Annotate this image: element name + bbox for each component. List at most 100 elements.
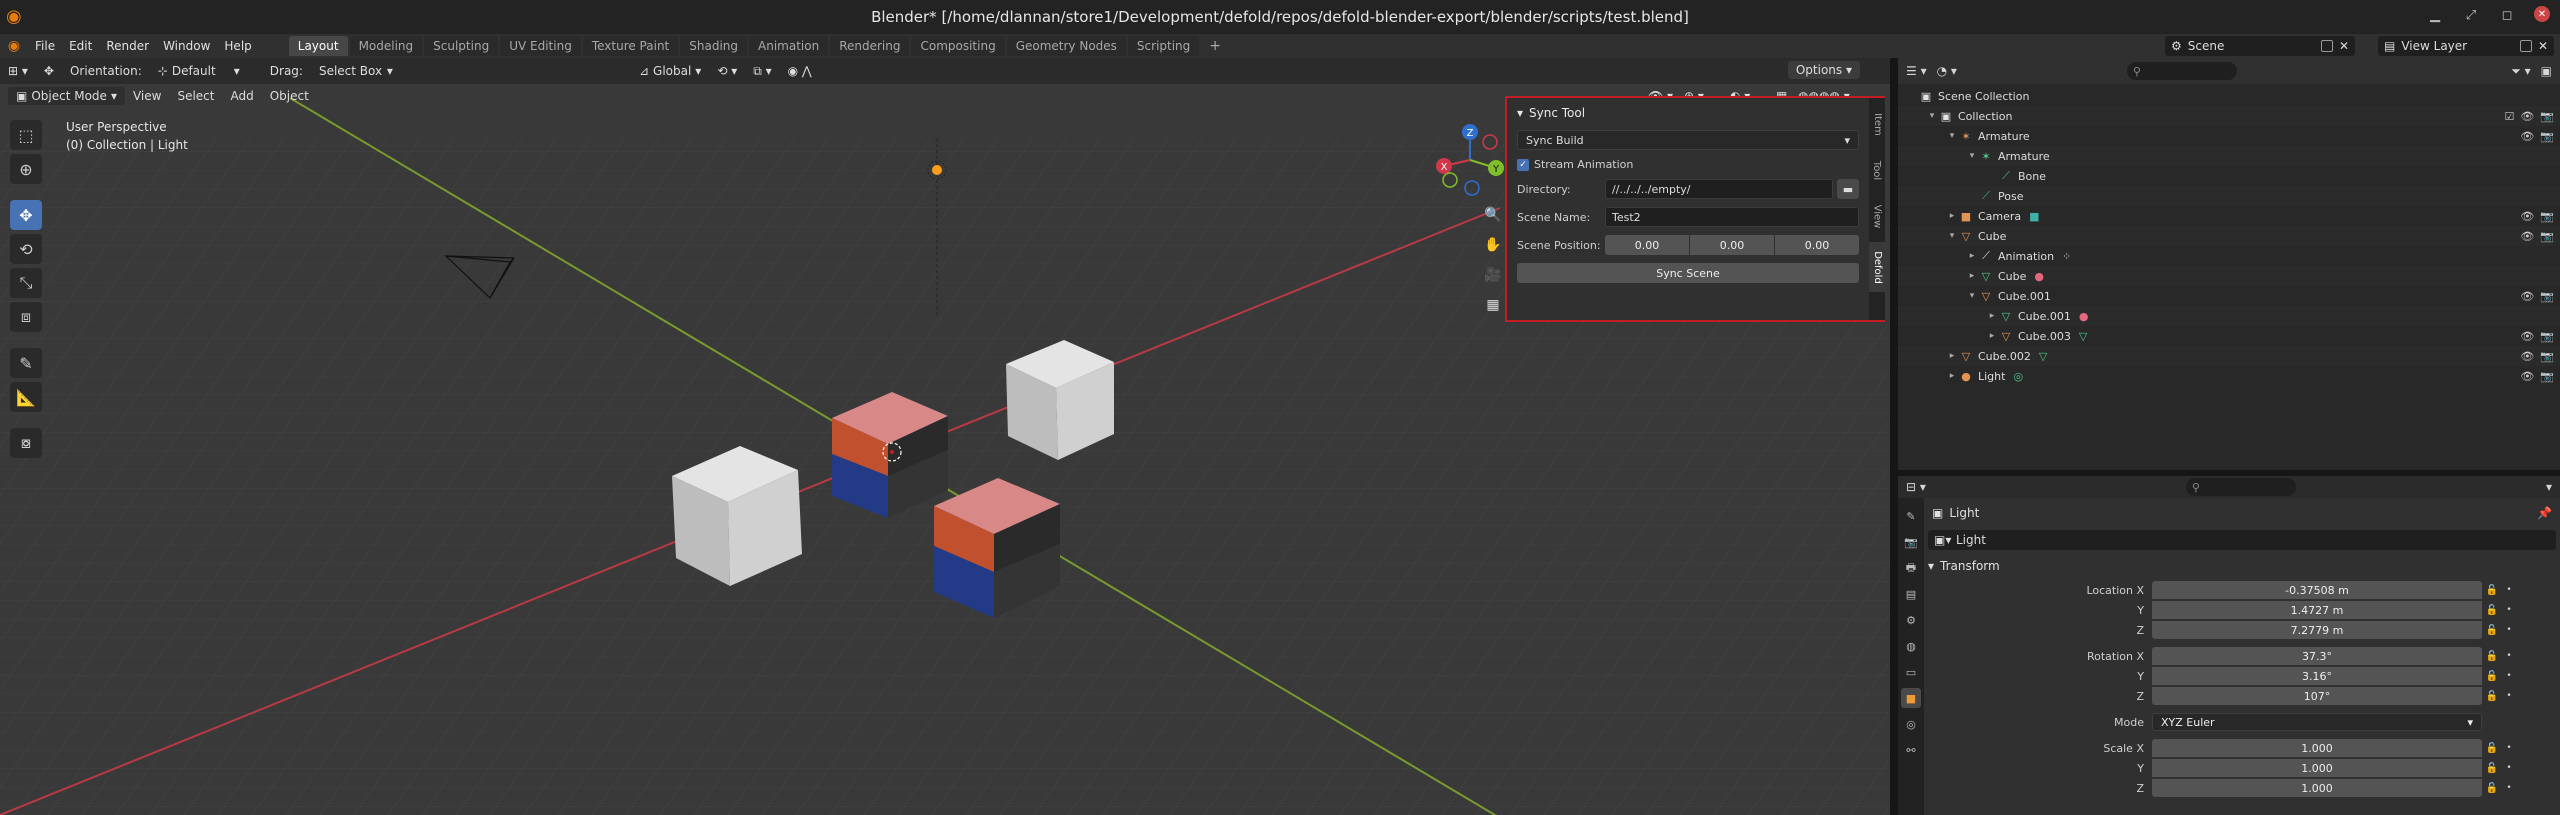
sync-scene-button[interactable]: Sync Scene bbox=[1517, 263, 1859, 283]
constraints-tab-icon[interactable]: ⚯ bbox=[1901, 740, 1921, 760]
scale-tool-icon[interactable]: ⤡ bbox=[10, 268, 42, 298]
rotation-z-field[interactable]: 107° bbox=[2152, 687, 2482, 705]
outliner-item[interactable]: ▸ ▽ Cube.003 ▽ 👁 📷 bbox=[1898, 326, 2560, 346]
drag-dropdown[interactable]: Select Box ▾ bbox=[310, 62, 401, 80]
scale-y-field[interactable]: 1.000 bbox=[2152, 759, 2482, 777]
outliner-item[interactable]: ⟋ Pose bbox=[1898, 186, 2560, 206]
menu-object[interactable]: Object bbox=[262, 87, 317, 105]
area-splitter-vertical[interactable] bbox=[1890, 58, 1898, 815]
expand-arrow-icon[interactable]: ▾ bbox=[1946, 231, 1958, 241]
menu-select[interactable]: Select bbox=[169, 87, 222, 105]
outliner-item[interactable]: ▸ ▽ Cube.001 ● bbox=[1898, 306, 2560, 326]
data-badge-icon[interactable]: ⁘ bbox=[2062, 250, 2071, 263]
blender-menu-icon[interactable]: ◉ bbox=[0, 38, 28, 54]
data-badge-icon[interactable]: ● bbox=[2034, 270, 2044, 283]
tab-item[interactable]: Item bbox=[1869, 104, 1885, 144]
outliner-item[interactable]: ▸ ■ Camera ■ 👁 📷 bbox=[1898, 206, 2560, 226]
location-z-field[interactable]: 7.2779 m bbox=[2152, 621, 2482, 639]
tab-view[interactable]: View bbox=[1869, 196, 1885, 236]
tab-layout[interactable]: Layout bbox=[288, 36, 348, 56]
close-icon[interactable]: ✕ bbox=[2534, 6, 2550, 22]
lock-icon[interactable]: 🔓 bbox=[2482, 585, 2502, 596]
pan-hand-icon[interactable]: ✋ bbox=[1480, 233, 1506, 257]
outliner-item[interactable]: ▣ Scene Collection bbox=[1898, 86, 2560, 106]
data-badge-icon[interactable]: ● bbox=[2079, 310, 2089, 323]
eye-icon[interactable]: 👁 bbox=[2520, 290, 2534, 303]
expand-arrow-icon[interactable]: ▸ bbox=[1946, 211, 1958, 221]
data-badge-icon[interactable]: ▽ bbox=[2039, 350, 2047, 363]
rotation-x-field[interactable]: 37.3° bbox=[2152, 647, 2482, 665]
expand-arrow-icon[interactable]: ▸ bbox=[1986, 331, 1998, 341]
outliner-item[interactable]: ▸ ⟋ Animation ⁘ bbox=[1898, 246, 2560, 266]
new-scene-icon[interactable] bbox=[2320, 40, 2333, 52]
camera-view-icon[interactable]: 🎥 bbox=[1480, 263, 1506, 287]
delete-scene-icon[interactable]: ✕ bbox=[2339, 39, 2349, 53]
outliner-item[interactable]: ▾ ▽ Cube.001 👁 📷 bbox=[1898, 286, 2560, 306]
render-camera-icon[interactable]: 📷 bbox=[2540, 230, 2554, 243]
ortho-grid-icon[interactable]: ▦ bbox=[1480, 293, 1506, 317]
filter-icon[interactable]: ⏷ ▾ bbox=[2511, 64, 2530, 79]
scene-tab-icon[interactable]: ⚙ bbox=[1901, 610, 1921, 630]
navigation-gizmo[interactable]: Z Y X bbox=[1430, 120, 1510, 200]
outliner-item[interactable]: ▾ ✶ Armature bbox=[1898, 146, 2560, 166]
eye-icon[interactable]: 👁 bbox=[2520, 210, 2534, 223]
lock-icon[interactable]: 🔓 bbox=[2482, 763, 2502, 774]
keyframe-dot-icon[interactable]: • bbox=[2502, 671, 2516, 681]
add-workspace-icon[interactable]: + bbox=[1201, 38, 1229, 54]
outliner-item[interactable]: ▸ ● Light ◎ 👁 📷 bbox=[1898, 366, 2560, 386]
expand-arrow-icon[interactable]: ▸ bbox=[1946, 371, 1958, 381]
rotation-mode-dropdown[interactable]: XYZ Euler ▾ bbox=[2152, 713, 2482, 731]
new-collection-icon[interactable]: ▣ bbox=[2541, 64, 2552, 78]
expand-arrow-icon[interactable]: ▾ bbox=[1966, 291, 1978, 301]
scale-x-field[interactable]: 1.000 bbox=[2152, 739, 2482, 757]
expand-arrow-icon[interactable]: ▾ bbox=[1966, 151, 1978, 161]
3d-viewport[interactable]: ⊞ ▾ ✥ Orientation: ⊹ Default ▾ Drag: Selec… bbox=[0, 58, 1890, 815]
data-badge-icon[interactable]: ▽ bbox=[2079, 330, 2087, 343]
pivot-point-icon[interactable]: ⟲ ▾ bbox=[709, 62, 745, 80]
lock-icon[interactable]: 🔓 bbox=[2482, 605, 2502, 616]
menu-add[interactable]: Add bbox=[222, 87, 261, 105]
outliner-item[interactable]: ▸ ▽ Cube.002 ▽ 👁 📷 bbox=[1898, 346, 2560, 366]
tab-modeling[interactable]: Modeling bbox=[349, 36, 423, 56]
tab-shading[interactable]: Shading bbox=[680, 36, 747, 56]
tab-geometry-nodes[interactable]: Geometry Nodes bbox=[1006, 36, 1126, 56]
keyframe-dot-icon[interactable]: • bbox=[2502, 651, 2516, 661]
render-camera-icon[interactable]: 📷 bbox=[2540, 290, 2554, 303]
add-cube-tool-icon[interactable]: ⧇ bbox=[10, 428, 42, 458]
scene-selector[interactable]: ⚙ Scene ✕ bbox=[2165, 36, 2355, 56]
collection-tab-icon[interactable]: ▭ bbox=[1901, 662, 1921, 682]
outliner-item[interactable]: ▸ ▽ Cube ● bbox=[1898, 266, 2560, 286]
expand-arrow-icon[interactable]: ▾ bbox=[1926, 111, 1938, 121]
render-camera-icon[interactable]: 📷 bbox=[2540, 330, 2554, 343]
render-camera-icon[interactable]: 📷 bbox=[2540, 370, 2554, 383]
render-camera-icon[interactable]: 📷 bbox=[2540, 210, 2554, 223]
object-name-field[interactable]: ▣▾ Light bbox=[1928, 530, 2556, 550]
options-dropdown[interactable]: Options ▾ bbox=[1787, 61, 1860, 79]
eye-icon[interactable]: 👁 bbox=[2520, 330, 2534, 343]
lock-icon[interactable]: 🔓 bbox=[2482, 625, 2502, 636]
measure-tool-icon[interactable]: 📐 bbox=[10, 382, 42, 412]
lock-icon[interactable]: 🔓 bbox=[2482, 671, 2502, 682]
outliner-item[interactable]: ▾ ▣ Collection ☑ 👁 📷 bbox=[1898, 106, 2560, 126]
minimize-icon[interactable]: ▁ bbox=[2426, 6, 2444, 24]
lock-icon[interactable]: 🔓 bbox=[2482, 651, 2502, 662]
menu-render[interactable]: Render bbox=[99, 39, 156, 53]
render-camera-icon[interactable]: 📷 bbox=[2540, 110, 2554, 123]
view-layer-tab-icon[interactable]: ▤ bbox=[1901, 584, 1921, 604]
mode-dropdown[interactable]: ▣ Object Mode ▾ bbox=[8, 87, 125, 105]
transform-orientation-dropdown[interactable]: ⊿ Global ▾ bbox=[630, 62, 710, 80]
transform-section-header[interactable]: ▾ Transform bbox=[1928, 556, 2556, 576]
keyframe-dot-icon[interactable]: • bbox=[2502, 763, 2516, 773]
world-tab-icon[interactable]: ◍ bbox=[1901, 636, 1921, 656]
outliner-item[interactable]: ▾ ✶ Armature 👁 📷 bbox=[1898, 126, 2560, 146]
tool-tab-icon[interactable]: ✎ bbox=[1901, 506, 1921, 526]
physics-tab-icon[interactable]: ◎ bbox=[1901, 714, 1921, 734]
tab-texture-paint[interactable]: Texture Paint bbox=[582, 36, 679, 56]
location-y-field[interactable]: 1.4727 m bbox=[2152, 601, 2482, 619]
tab-uv-editing[interactable]: UV Editing bbox=[500, 36, 581, 56]
object-tab-icon[interactable]: ■ bbox=[1901, 688, 1921, 708]
new-view-layer-icon[interactable] bbox=[2519, 40, 2532, 52]
expand-arrow-icon[interactable]: ▸ bbox=[1966, 271, 1978, 281]
tab-compositing[interactable]: Compositing bbox=[911, 36, 1005, 56]
scene-name-field[interactable]: Test2 bbox=[1605, 207, 1859, 227]
